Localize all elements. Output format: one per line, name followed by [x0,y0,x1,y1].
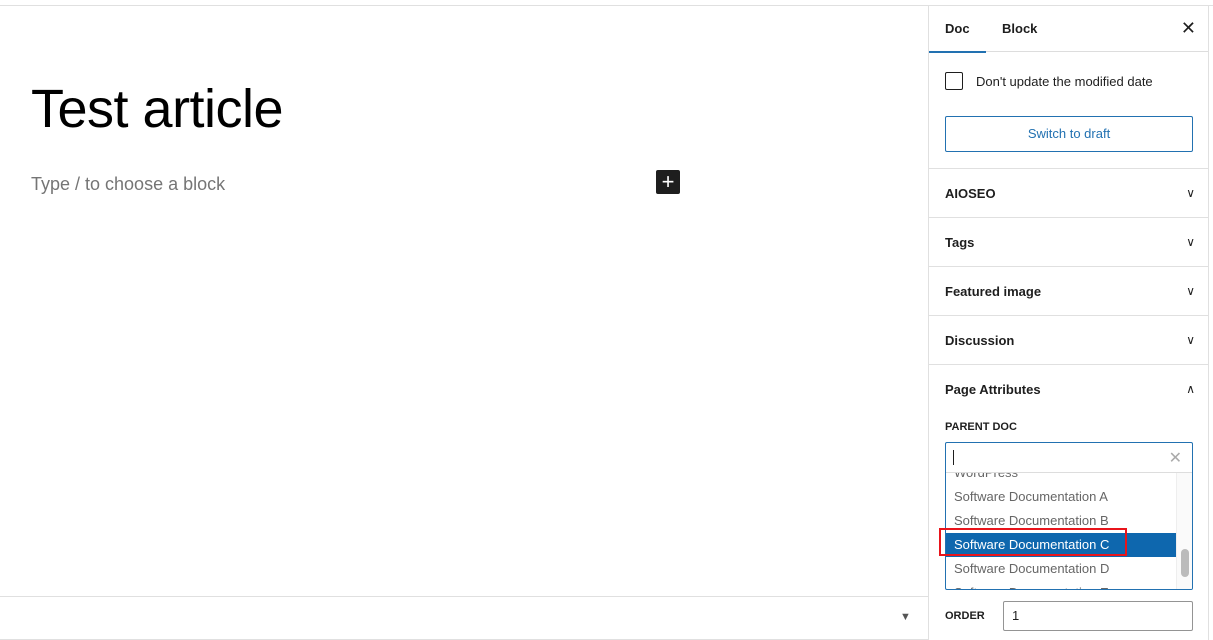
parent-doc-search-input[interactable]: ✕ [946,443,1192,473]
modified-date-label: Don't update the modified date [976,73,1153,89]
option-item[interactable]: WordPress [946,473,1178,485]
tab-doc[interactable]: Doc [929,6,986,53]
highlight-annotation [939,528,1127,556]
parent-doc-combobox[interactable]: ✕ WordPress Software Documentation A Sof… [945,442,1193,590]
options-scrollbar[interactable] [1176,473,1192,589]
panel-label: Tags [945,235,975,250]
post-title[interactable]: Test article [31,78,284,140]
option-item[interactable]: Software Documentation E [946,581,1178,589]
editor-canvas[interactable]: Test article Type / to choose a block + … [0,6,928,640]
page-scrollbar[interactable] [1208,6,1213,640]
chevron-down-icon: ∨ [1186,284,1195,298]
panel-page-attributes[interactable]: Page Attributes ∧ [929,364,1209,413]
panel-featured-image[interactable]: Featured image ∨ [929,266,1209,315]
scrollbar-thumb[interactable] [1181,549,1189,577]
block-placeholder[interactable]: Type / to choose a block [31,174,225,195]
text-cursor [953,450,954,465]
order-label: ORDER [945,610,985,622]
option-item[interactable]: Software Documentation D [946,557,1178,581]
chevron-down-icon: ∨ [1186,235,1195,249]
editor-footer: ▼ [0,596,928,640]
switch-to-draft-button[interactable]: Switch to draft [945,116,1193,152]
clear-icon[interactable]: ✕ [1169,448,1182,468]
tab-block[interactable]: Block [986,6,1053,52]
order-input[interactable]: 1 [1003,601,1193,631]
chevron-down-icon[interactable]: ▼ [900,611,911,623]
panel-tags[interactable]: Tags ∨ [929,217,1209,266]
chevron-down-icon: ∨ [1186,186,1195,200]
modified-date-option[interactable]: Don't update the modified date [945,72,1153,90]
panel-label: AIOSEO [945,186,996,201]
chevron-down-icon: ∨ [1186,333,1195,347]
option-item[interactable]: Software Documentation A [946,485,1178,509]
panel-label: Discussion [945,333,1015,348]
modified-date-checkbox[interactable] [945,72,963,90]
chevron-up-icon: ∧ [1186,382,1195,396]
close-icon[interactable]: ✕ [1181,18,1196,39]
panel-label: Page Attributes [945,382,1041,397]
parent-doc-label: PARENT DOC [945,421,1017,433]
plus-icon[interactable]: + [656,170,680,194]
settings-sidebar: Doc Block ✕ Don't update the modified da… [928,6,1209,640]
panel-label: Featured image [945,284,1042,299]
panel-aioseo[interactable]: AIOSEO ∨ [929,168,1209,217]
sidebar-tabs: Doc Block ✕ [929,6,1208,53]
panel-discussion[interactable]: Discussion ∨ [929,315,1209,364]
